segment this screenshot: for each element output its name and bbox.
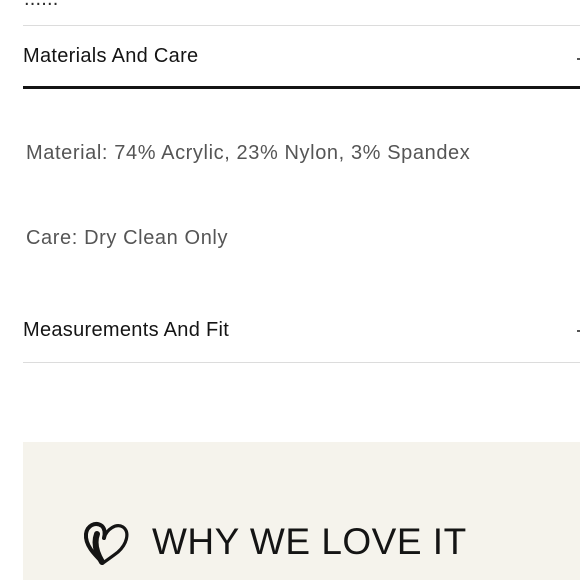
product-details-page: ...... Materials And Care Material: 74% … [0,0,580,580]
why-we-love-it-heading: WHY WE LOVE IT [82,518,467,566]
accordion-header-measurements-and-fit[interactable]: Measurements And Fit [23,300,580,360]
section-divider [23,362,580,363]
heart-icon [83,522,129,565]
why-we-love-it-panel: WHY WE LOVE IT [23,442,580,580]
accordion-title: Materials And Care [23,44,199,67]
previous-section-label: ...... [24,0,59,11]
accordion-header-materials-and-care[interactable]: Materials And Care [23,26,580,86]
accordion-title: Measurements And Fit [23,318,230,341]
why-we-love-it-title: WHY WE LOVE IT [152,521,467,562]
active-section-divider [23,86,580,89]
material-detail: Material: 74% Acrylic, 23% Nylon, 3% Spa… [26,142,471,164]
care-detail: Care: Dry Clean Only [26,227,229,249]
